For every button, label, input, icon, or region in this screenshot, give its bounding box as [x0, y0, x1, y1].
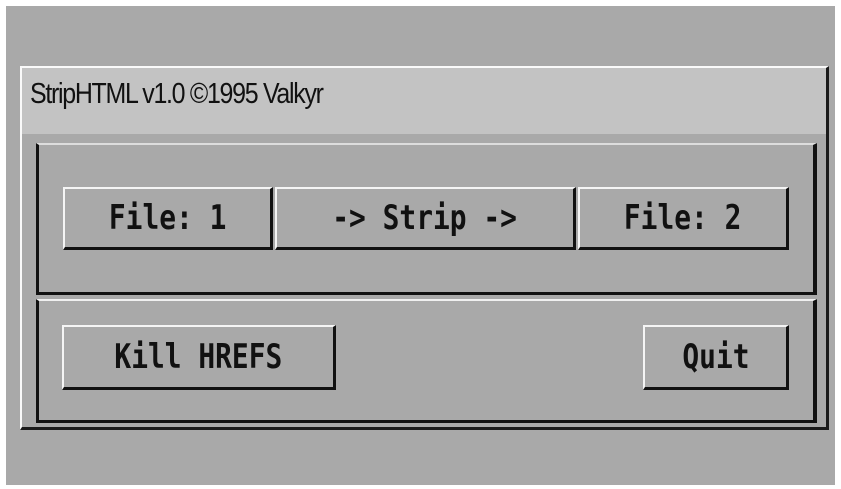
- title-bar[interactable]: StripHTML v1.0 ©1995 Valkyr: [22, 68, 826, 134]
- app-window: StripHTML v1.0 ©1995 Valkyr File: 1 -> S…: [20, 66, 829, 430]
- kill-hrefs-button-label: Kill HREFS: [114, 337, 283, 377]
- file-2-button[interactable]: File: 2: [578, 187, 789, 250]
- strip-button[interactable]: -> Strip ->: [275, 187, 576, 250]
- action-panel: Kill HREFS Quit: [36, 299, 817, 423]
- file-2-button-label: File: 2: [624, 198, 742, 238]
- window-title: StripHTML v1.0 ©1995 Valkyr: [30, 78, 324, 110]
- kill-hrefs-button[interactable]: Kill HREFS: [62, 325, 336, 390]
- screen-background: StripHTML v1.0 ©1995 Valkyr File: 1 -> S…: [6, 6, 835, 485]
- file-1-button-label: File: 1: [108, 198, 227, 238]
- quit-button[interactable]: Quit: [643, 325, 789, 390]
- strip-button-label: -> Strip ->: [332, 198, 518, 238]
- quit-button-label: Quit: [681, 337, 750, 377]
- file-panel: File: 1 -> Strip -> File: 2: [36, 143, 817, 295]
- file-1-button[interactable]: File: 1: [63, 187, 273, 250]
